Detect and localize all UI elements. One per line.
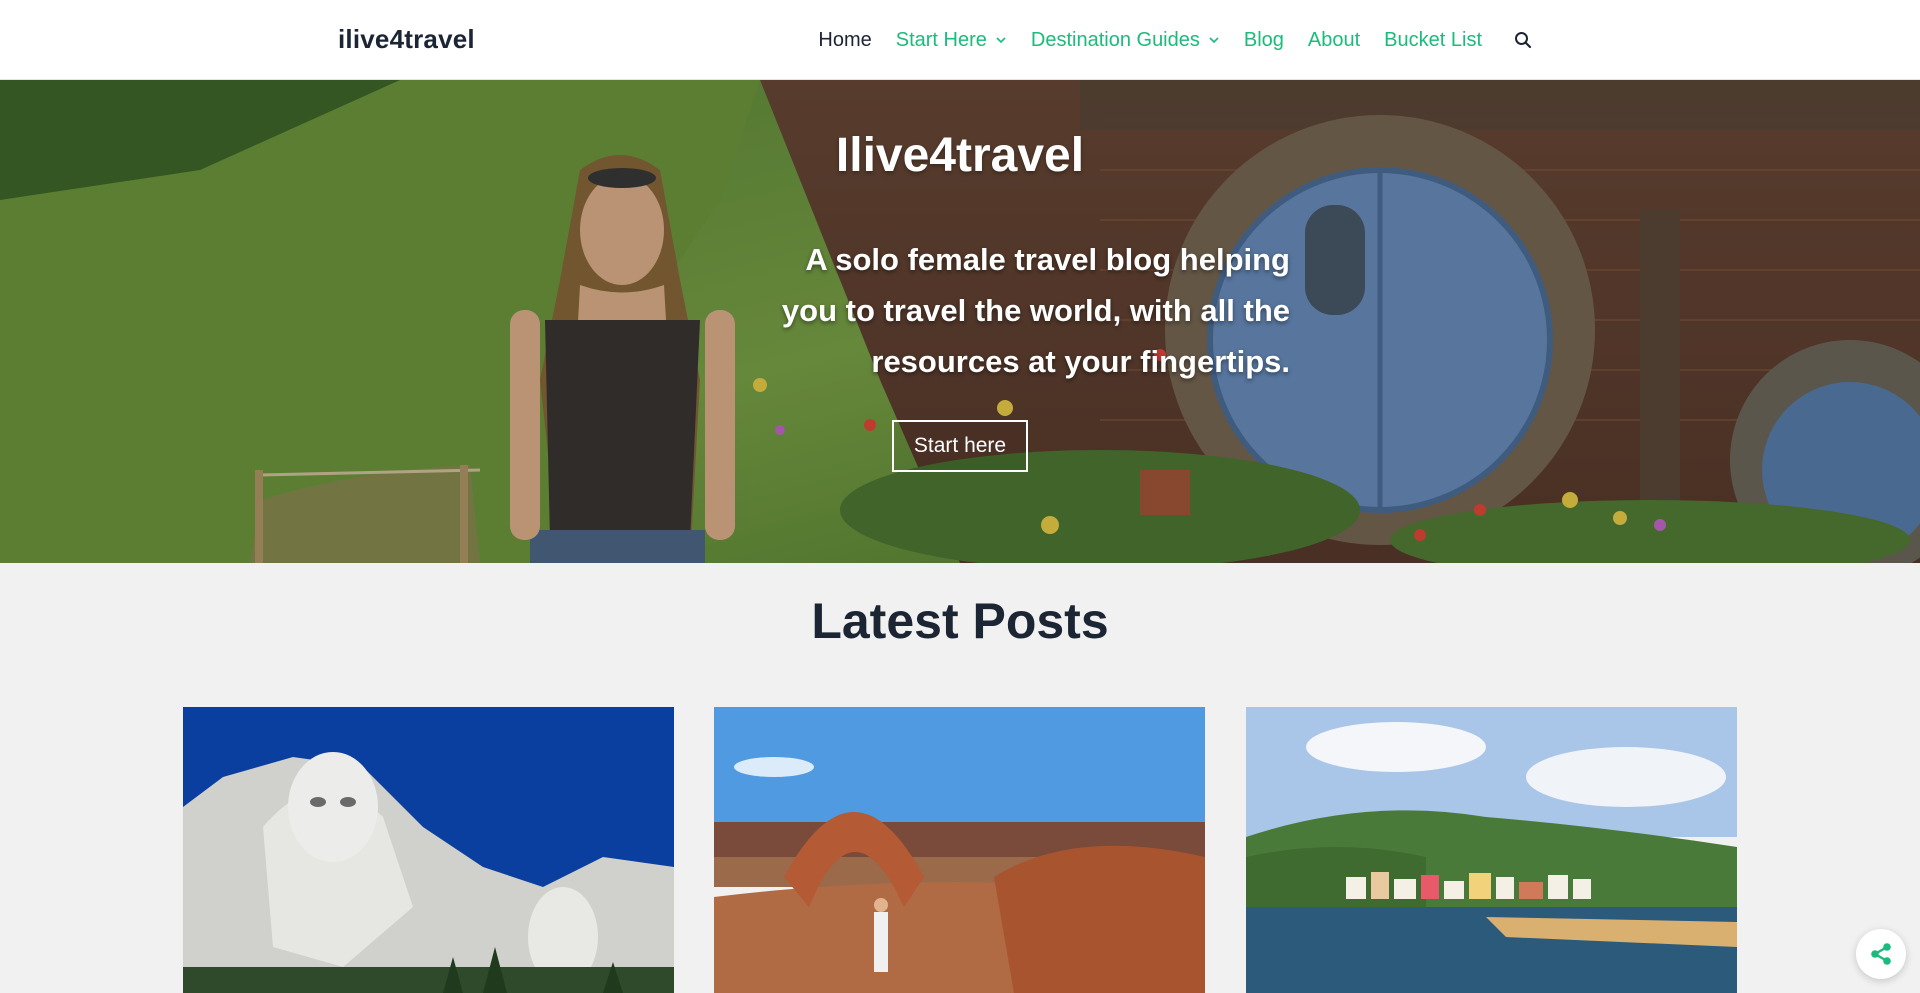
nav-item-destination-guides[interactable]: Destination Guides [1031, 29, 1220, 52]
chevron-down-icon [1209, 37, 1219, 44]
post-card-thumbnail[interactable] [1246, 707, 1737, 993]
coastal-village-photo [1246, 707, 1737, 993]
delicate-arch-photo [714, 707, 1205, 993]
nav-item-bucket-list[interactable]: Bucket List [1384, 29, 1482, 52]
nav-item-label: Blog [1243, 28, 1284, 51]
mount-rushmore-photo [183, 707, 674, 993]
hero-title: Ilive4travel [835, 129, 1085, 182]
share-button[interactable] [1856, 929, 1906, 979]
nav-item-about[interactable]: About [1308, 29, 1360, 52]
search-button[interactable] [1512, 29, 1534, 51]
nav-item-label: Home [818, 28, 872, 51]
post-card-thumbnail[interactable] [183, 707, 674, 993]
site-title[interactable]: ilive4travel [338, 24, 475, 55]
site-header: ilive4travel Home Start Here Destination… [0, 0, 1920, 80]
nav-item-label: About [1307, 28, 1361, 51]
nav-item-label: Destination Guides [1030, 28, 1200, 51]
nav-item-label: Bucket List [1384, 28, 1482, 51]
share-icon [1871, 943, 1891, 965]
latest-posts-heading: Latest Posts [811, 593, 1109, 649]
search-icon [1515, 32, 1532, 49]
nav-item-blog[interactable]: Blog [1244, 29, 1284, 52]
main-nav: Home Start Here Destination Guides Blog … [818, 0, 1534, 80]
nav-item-home[interactable]: Home [818, 29, 871, 52]
hero-tagline: A solo female travel blog helping you to… [781, 242, 1290, 379]
chevron-down-icon [996, 37, 1006, 44]
hero-banner: Ilive4travel A solo female travel blog h… [0, 80, 1920, 563]
nav-item-start-here[interactable]: Start Here [896, 29, 1007, 52]
start-here-button[interactable]: Start here [892, 420, 1028, 472]
nav-item-label: Start Here [895, 28, 987, 51]
post-card-thumbnail[interactable] [714, 707, 1205, 993]
